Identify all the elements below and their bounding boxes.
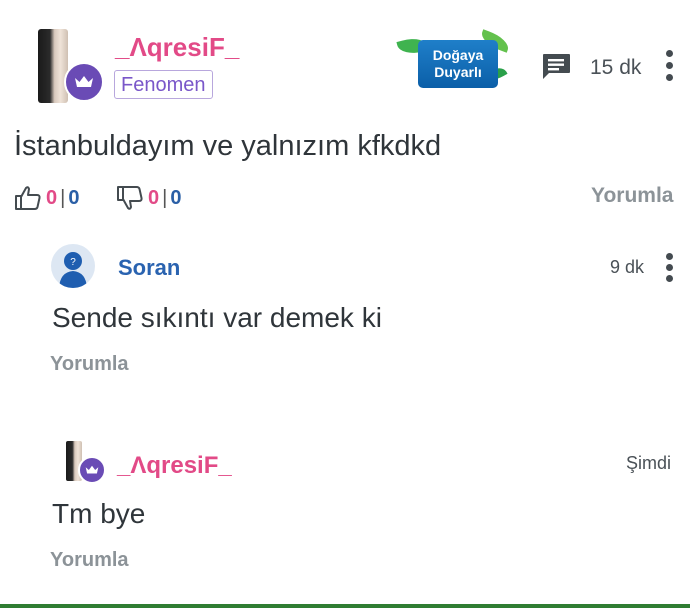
reply-button[interactable]: Yorumla — [591, 184, 673, 208]
more-options-icon[interactable] — [665, 50, 673, 81]
dislike-button[interactable]: 0 | 0 — [116, 184, 181, 212]
crown-icon — [64, 62, 104, 102]
user-avatar[interactable] — [38, 29, 68, 103]
thumbs-down-icon — [117, 186, 143, 210]
like-count-secondary: 0 — [68, 186, 80, 209]
crown-icon — [78, 456, 106, 484]
bottom-divider — [0, 604, 690, 608]
post-username[interactable]: _ΛqresiF_ — [115, 32, 239, 63]
nature-badge-line1: Doğaya — [432, 47, 484, 63]
nature-badge-line2: Duyarlı — [434, 64, 482, 80]
reply-time: Şimdi — [626, 453, 672, 473]
reply-button[interactable]: Yorumla — [50, 353, 129, 376]
dislike-count-secondary: 0 — [170, 186, 182, 209]
thumbs-up-icon — [15, 186, 41, 210]
reply-text: Tm bye — [52, 498, 146, 529]
nature-badge-label: Doğaya Duyarlı — [418, 40, 498, 88]
post-time: 15 dk — [590, 56, 642, 79]
svg-text:?: ? — [70, 257, 76, 268]
post-text: İstanbuldayım ve yalnızım kfkdkd — [14, 130, 442, 162]
nature-friendly-badge: Doğaya Duyarlı — [396, 28, 514, 92]
anonymous-avatar[interactable]: ? — [51, 244, 95, 288]
dislike-separator: | — [162, 186, 168, 209]
dislike-count: 0 — [148, 186, 160, 209]
user-rank-badge: Fenomen — [114, 70, 213, 99]
more-options-icon[interactable] — [665, 253, 673, 282]
comment-icon[interactable] — [540, 52, 572, 82]
reply-username[interactable]: Soran — [118, 255, 180, 281]
reply-time: 9 dk — [610, 257, 645, 277]
like-separator: | — [60, 186, 66, 209]
reply-text: Sende sıkıntı var demek ki — [52, 302, 382, 333]
reply-username[interactable]: _ΛqresiF_ — [117, 452, 232, 480]
like-count: 0 — [46, 186, 58, 209]
like-button[interactable]: 0 | 0 — [14, 184, 79, 212]
reply-button[interactable]: Yorumla — [50, 549, 129, 572]
